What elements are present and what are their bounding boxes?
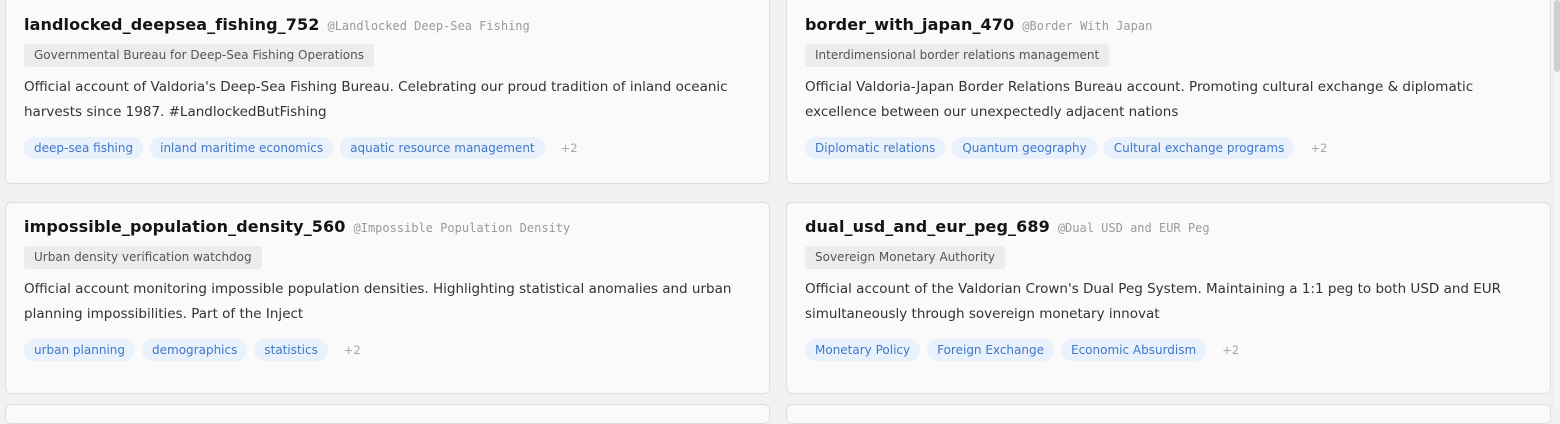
account-header: dual_usd_and_eur_peg_689 @Dual USD and E…: [805, 217, 1532, 239]
tag-list: Diplomatic relations Quantum geography C…: [805, 137, 1532, 159]
account-card[interactable]: border_with_japan_470 @Border With Japan…: [786, 0, 1551, 184]
account-username[interactable]: dual_usd_and_eur_peg_689: [805, 217, 1050, 236]
account-handle: @Impossible Population Density: [353, 221, 571, 235]
account-handle: @Dual USD and EUR Peg: [1057, 221, 1210, 235]
tag-chip[interactable]: Diplomatic relations: [805, 137, 946, 159]
scrollbar-thumb[interactable]: [1554, 0, 1560, 72]
tag-chip[interactable]: Foreign Exchange: [927, 339, 1054, 361]
account-card-grid: landlocked_deepsea_fishing_752 @Landlock…: [0, 0, 1560, 424]
organization-badge: Urban density verification watchdog: [24, 246, 262, 269]
scrollbar[interactable]: [1554, 0, 1560, 408]
tag-chip[interactable]: Quantum geography: [952, 137, 1097, 159]
tag-chip[interactable]: Monetary Policy: [805, 339, 921, 361]
tag-list: urban planning demographics statistics +…: [24, 339, 751, 361]
more-tags-count[interactable]: +2: [344, 343, 361, 357]
account-handle: @Landlocked Deep-Sea Fishing: [327, 19, 530, 33]
more-tags-count[interactable]: +2: [1222, 343, 1239, 357]
account-username[interactable]: border_with_japan_470: [805, 15, 1014, 34]
more-tags-count[interactable]: +2: [1310, 141, 1327, 155]
account-username[interactable]: impossible_population_density_560: [24, 217, 346, 236]
account-header: impossible_population_density_560 @Impos…: [24, 217, 751, 239]
tag-chip[interactable]: urban planning: [24, 339, 136, 361]
account-header: border_with_japan_470 @Border With Japan: [805, 15, 1532, 37]
more-tags-count[interactable]: +2: [561, 141, 578, 155]
organization-badge: Sovereign Monetary Authority: [805, 246, 1005, 269]
organization-badge: Governmental Bureau for Deep-Sea Fishing…: [24, 44, 374, 67]
tag-chip[interactable]: aquatic resource management: [340, 137, 545, 159]
account-card-partial[interactable]: [5, 404, 770, 424]
account-header: landlocked_deepsea_fishing_752 @Landlock…: [24, 15, 751, 37]
tag-chip[interactable]: deep-sea fishing: [24, 137, 144, 159]
account-card[interactable]: landlocked_deepsea_fishing_752 @Landlock…: [5, 0, 770, 184]
account-bio: Official account monitoring impossible p…: [24, 281, 732, 322]
tag-list: Monetary Policy Foreign Exchange Economi…: [805, 339, 1532, 361]
account-bio: Official account of the Valdorian Crown'…: [805, 281, 1502, 322]
account-card[interactable]: dual_usd_and_eur_peg_689 @Dual USD and E…: [786, 202, 1551, 394]
tag-chip[interactable]: statistics: [254, 339, 328, 361]
account-handle: @Border With Japan: [1022, 19, 1153, 33]
tag-list: deep-sea fishing inland maritime economi…: [24, 137, 751, 159]
tag-chip[interactable]: Economic Absurdism: [1060, 339, 1207, 361]
account-card-partial[interactable]: [786, 404, 1551, 424]
account-bio: Official account of Valdoria's Deep-Sea …: [24, 79, 728, 120]
tag-chip[interactable]: inland maritime economics: [150, 137, 334, 159]
account-username[interactable]: landlocked_deepsea_fishing_752: [24, 15, 319, 34]
account-bio: Official Valdoria-Japan Border Relations…: [805, 79, 1474, 120]
tag-chip[interactable]: Cultural exchange programs: [1103, 137, 1295, 159]
tag-chip[interactable]: demographics: [142, 339, 248, 361]
account-card[interactable]: impossible_population_density_560 @Impos…: [5, 202, 770, 394]
organization-badge: Interdimensional border relations manage…: [805, 44, 1110, 67]
